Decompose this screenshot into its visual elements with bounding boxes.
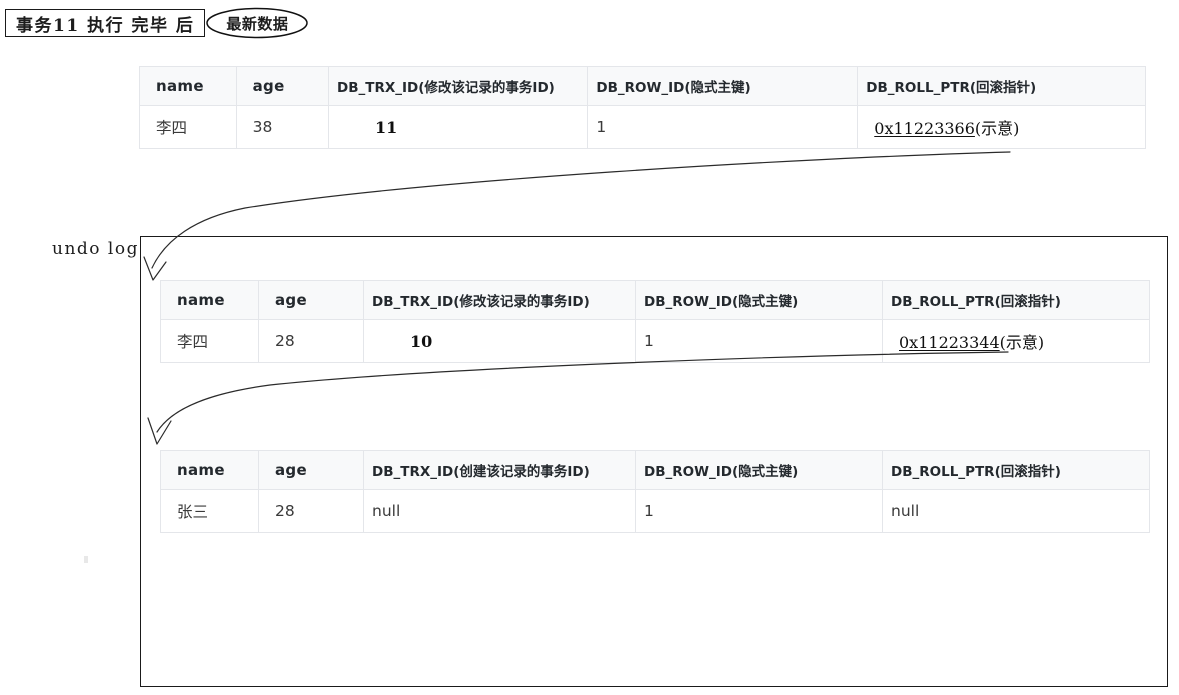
header-name: name [160, 280, 259, 320]
cell-trx-id: 10 [363, 319, 636, 363]
header-roll-ptr: DB_ROLL_PTR(回滚指针) [882, 450, 1150, 490]
header-row-id: DB_ROW_ID(隐式主键) [635, 450, 883, 490]
caption-highlight-ellipse: 最新数据 [205, 7, 309, 39]
header-trx-id: DB_TRX_ID(创建该记录的事务ID) [363, 450, 636, 490]
cell-trx-id: 11 [328, 105, 589, 149]
cell-row-id: 1 [587, 105, 859, 149]
undo-log-label: undo log [52, 239, 139, 259]
header-row-id: DB_ROW_ID(隐式主键) [635, 280, 883, 320]
roll-ptr-value: 0x11223344 [899, 333, 1000, 352]
undo-log-record-table-1: name age DB_TRX_ID(修改该记录的事务ID) DB_ROW_ID… [160, 280, 1150, 363]
header-trx-id: DB_TRX_ID(修改该记录的事务ID) [363, 280, 636, 320]
cell-trx-id: null [363, 489, 636, 533]
caption: 事务11 执行 完毕 后 最新数据 [5, 7, 309, 39]
table-row: 李四 28 10 1 0x11223344(示意) [160, 319, 1150, 363]
cell-row-id: 1 [635, 319, 883, 363]
cell-name: 李四 [139, 105, 237, 149]
header-name: name [139, 66, 237, 106]
current-record-table: name age DB_TRX_ID(修改该记录的事务ID) DB_ROW_ID… [139, 66, 1146, 149]
cell-roll-ptr: null [882, 489, 1150, 533]
header-roll-ptr: DB_ROLL_PTR(回滚指针) [857, 66, 1146, 106]
cell-age: 38 [235, 105, 330, 149]
cell-age: 28 [258, 319, 364, 363]
caption-highlight-text: 最新数据 [226, 14, 289, 33]
header-age: age [235, 66, 330, 106]
header-age: age [258, 450, 364, 490]
cell-age: 28 [258, 489, 364, 533]
table-header-row: name age DB_TRX_ID(修改该记录的事务ID) DB_ROW_ID… [160, 280, 1150, 320]
roll-ptr-note: (示意) [974, 119, 1020, 138]
scan-artifact [84, 556, 88, 563]
header-row-id: DB_ROW_ID(隐式主键) [587, 66, 859, 106]
cell-row-id: 1 [635, 489, 883, 533]
undo-log-record-table-2: name age DB_TRX_ID(创建该记录的事务ID) DB_ROW_ID… [160, 450, 1150, 533]
roll-ptr-note: (示意) [999, 333, 1045, 352]
header-age: age [258, 280, 364, 320]
header-roll-ptr: DB_ROLL_PTR(回滚指针) [882, 280, 1150, 320]
table-row: 李四 38 11 1 0x11223366(示意) [139, 105, 1146, 149]
table-header-row: name age DB_TRX_ID(修改该记录的事务ID) DB_ROW_ID… [139, 66, 1146, 106]
table-header-row: name age DB_TRX_ID(创建该记录的事务ID) DB_ROW_ID… [160, 450, 1150, 490]
roll-ptr-value: 0x11223366 [874, 119, 975, 138]
table-row: 张三 28 null 1 null [160, 489, 1150, 533]
cell-name: 张三 [160, 489, 259, 533]
cell-roll-ptr: 0x11223366(示意) [857, 105, 1146, 149]
header-trx-id: DB_TRX_ID(修改该记录的事务ID) [328, 66, 589, 106]
cell-roll-ptr: 0x11223344(示意) [882, 319, 1150, 363]
header-name: name [160, 450, 259, 490]
caption-boxed-text: 事务11 执行 完毕 后 [5, 9, 206, 37]
cell-name: 李四 [160, 319, 259, 363]
